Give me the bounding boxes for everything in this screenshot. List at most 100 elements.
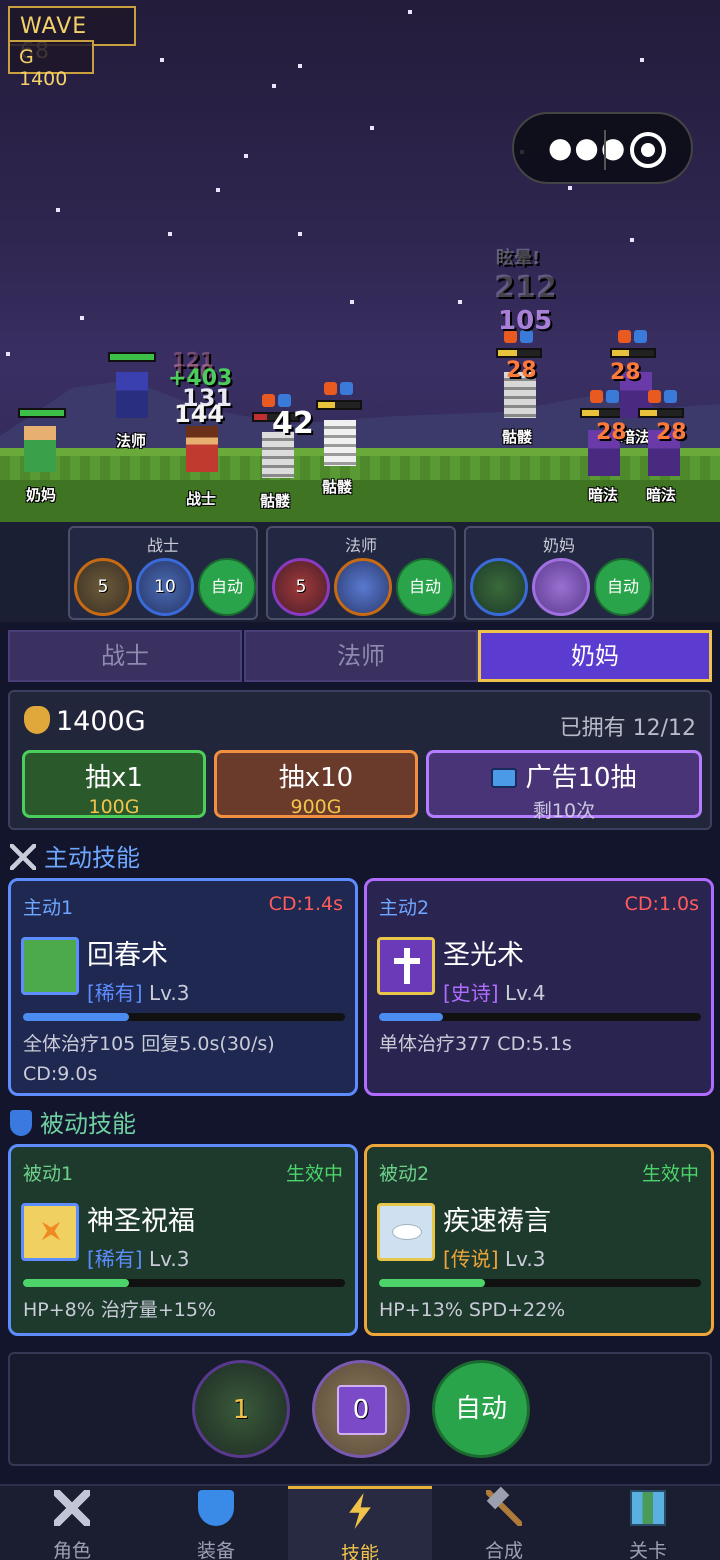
- draw-cost: 900G: [290, 796, 342, 818]
- auto-button[interactable]: 自动: [396, 558, 454, 616]
- draw-title: 抽x1: [85, 763, 143, 793]
- debuff-status-icon: [664, 390, 677, 403]
- enemy-hp-bar: [496, 348, 542, 358]
- skill-level: Lv.4: [504, 981, 546, 1005]
- debuff-status-icon: [634, 330, 647, 343]
- tab-healer[interactable]: 奶妈: [478, 630, 712, 682]
- skeleton-sprite: [324, 420, 356, 466]
- battle-scene: WAVE 68 G 1400 ●●● 奶妈 法师 战士 骷髅 骷髅 骷髅: [0, 0, 720, 522]
- damage-number: 28: [506, 358, 537, 383]
- nav-item-craft[interactable]: 合成: [432, 1486, 576, 1560]
- shield-icon: [198, 1490, 234, 1526]
- star: [168, 232, 172, 236]
- skill-slot-label: 主动1: [23, 897, 74, 919]
- dock-holy-cross-skill-button[interactable]: 0: [312, 1360, 410, 1458]
- swords-icon: [54, 1490, 90, 1526]
- map-icon: [630, 1490, 666, 1526]
- slot-group-name: 战士: [146, 536, 179, 555]
- ad-draw-label: 广告10抽: [525, 763, 637, 793]
- draw-title: 抽x10: [278, 763, 354, 793]
- ad-draw-button[interactable]: 广告10抽 剩10次: [426, 750, 702, 822]
- lightning-icon: [349, 1493, 371, 1529]
- unit-label: 骷髅: [322, 478, 353, 496]
- section-title: 被动技能: [40, 1110, 136, 1138]
- unit-label: 法师: [116, 432, 147, 450]
- skill-rarity-level: [稀有] Lv.3: [87, 1243, 189, 1272]
- dock-auto-button[interactable]: 自动: [432, 1360, 530, 1458]
- star: [244, 154, 248, 158]
- money-bag-icon: [24, 706, 50, 734]
- skill-name: 神圣祝福: [87, 1206, 195, 1237]
- ally-hp-bar: [18, 408, 66, 418]
- more-icon[interactable]: ●●●: [548, 134, 627, 162]
- nav-label: 角色: [52, 1540, 91, 1560]
- passive-skill-card-2[interactable]: 被动2 生效中 疾速祷言 [传说] Lv.3 HP+13% SPD+22%: [364, 1144, 714, 1336]
- bottom-nav: 角色 装备 技能 合成 关卡: [0, 1484, 720, 1560]
- skill-progress-bar: [23, 1013, 345, 1021]
- skill-name: 回春术: [87, 940, 168, 971]
- tab-mage[interactable]: 法师: [244, 630, 478, 682]
- sparkle-icon: [21, 1203, 79, 1261]
- debuff-status-icon: [340, 382, 353, 395]
- auto-button[interactable]: 自动: [594, 558, 652, 616]
- nav-label: 合成: [484, 1540, 523, 1560]
- owned-count: 已拥有 12/12: [559, 716, 696, 741]
- leaf-skill-icon[interactable]: [470, 558, 528, 616]
- slot-group-name: 法师: [344, 536, 377, 555]
- fire-skill-icon[interactable]: 5: [272, 558, 330, 616]
- skill-rarity: [稀有]: [87, 981, 143, 1005]
- nav-item-role[interactable]: 角色: [0, 1486, 144, 1560]
- damage-number: 105: [498, 306, 553, 336]
- gacha-panel: 1400G 已拥有 12/12 抽x1 100G 抽x10 900G 广告10抽…: [8, 690, 712, 830]
- enemy-hp-bar: [610, 348, 656, 358]
- star: [216, 188, 220, 192]
- skill-description: HP+8% 治疗量+15%: [23, 1299, 216, 1321]
- skill-progress-bar: [379, 1279, 701, 1287]
- star: [370, 126, 374, 130]
- skill-name: 疾速祷言: [443, 1206, 551, 1237]
- skill-level: Lv.3: [148, 1247, 190, 1271]
- star: [80, 316, 84, 320]
- stun-text: 眩晕!: [496, 248, 541, 269]
- skill-progress-bar: [379, 1013, 701, 1021]
- skill-description: 全体治疗105 回复5.0s(30/s) CD:9.0s: [23, 1033, 275, 1085]
- warrior-sprite: [186, 426, 218, 472]
- skill-rarity-level: [史诗] Lv.4: [443, 977, 545, 1006]
- gold-counter: G 1400: [8, 40, 94, 90]
- star: [298, 232, 302, 236]
- auto-button[interactable]: 自动: [198, 558, 256, 616]
- nav-item-equipment[interactable]: 装备: [144, 1486, 288, 1560]
- passive-skill-card-1[interactable]: 被动1 生效中 神圣祝福 [稀有] Lv.3 HP+8% 治疗量+15%: [8, 1144, 358, 1336]
- draw-10-button[interactable]: 抽x10 900G: [214, 750, 418, 818]
- star: [56, 208, 60, 212]
- unit-label: 战士: [186, 490, 217, 508]
- unit-label: 暗法: [646, 486, 677, 504]
- nav-item-skills[interactable]: 技能: [288, 1486, 432, 1560]
- burn-status-icon: [618, 330, 631, 343]
- skill-cooldown: CD:1.0s: [624, 893, 699, 915]
- active-skill-card-1[interactable]: 主动1 CD:1.4s 回春术 [稀有] Lv.3 全体治疗105 回复5.0s…: [8, 878, 358, 1096]
- skill-description: HP+13% SPD+22%: [379, 1299, 566, 1321]
- dock-leaf-skill-button[interactable]: 1: [192, 1360, 290, 1458]
- leaf-icon: [21, 937, 79, 995]
- burn-status-icon: [648, 390, 661, 403]
- active-skill-card-2[interactable]: 主动2 CD:1.0s 圣光术 [史诗] Lv.4 单体治疗377 CD:5.1…: [364, 878, 714, 1096]
- skill-slot-label: 主动2: [379, 897, 430, 919]
- unit-label: 奶妈: [26, 486, 57, 504]
- close-target-icon[interactable]: [630, 132, 666, 168]
- skill-rarity-level: [传说] Lv.3: [443, 1243, 545, 1272]
- skill-rarity: [史诗]: [443, 981, 499, 1005]
- draw-1-button[interactable]: 抽x1 100G: [22, 750, 206, 818]
- cross-swords-skill-icon[interactable]: 5: [74, 558, 132, 616]
- skill-rarity: [传说]: [443, 1247, 499, 1271]
- nav-item-stages[interactable]: 关卡: [576, 1486, 720, 1560]
- cooldown-number: 10: [154, 577, 176, 597]
- tab-warrior[interactable]: 战士: [8, 630, 242, 682]
- slot-group-warrior: 战士 5 10 自动: [68, 526, 258, 620]
- shield-icon: [10, 1110, 32, 1136]
- shield-skill-icon[interactable]: 10: [136, 558, 194, 616]
- dock-slot-number: 0: [352, 1395, 370, 1425]
- holy-cross-skill-icon[interactable]: [532, 558, 590, 616]
- ice-comet-skill-icon[interactable]: [334, 558, 392, 616]
- section-title: 主动技能: [44, 844, 140, 872]
